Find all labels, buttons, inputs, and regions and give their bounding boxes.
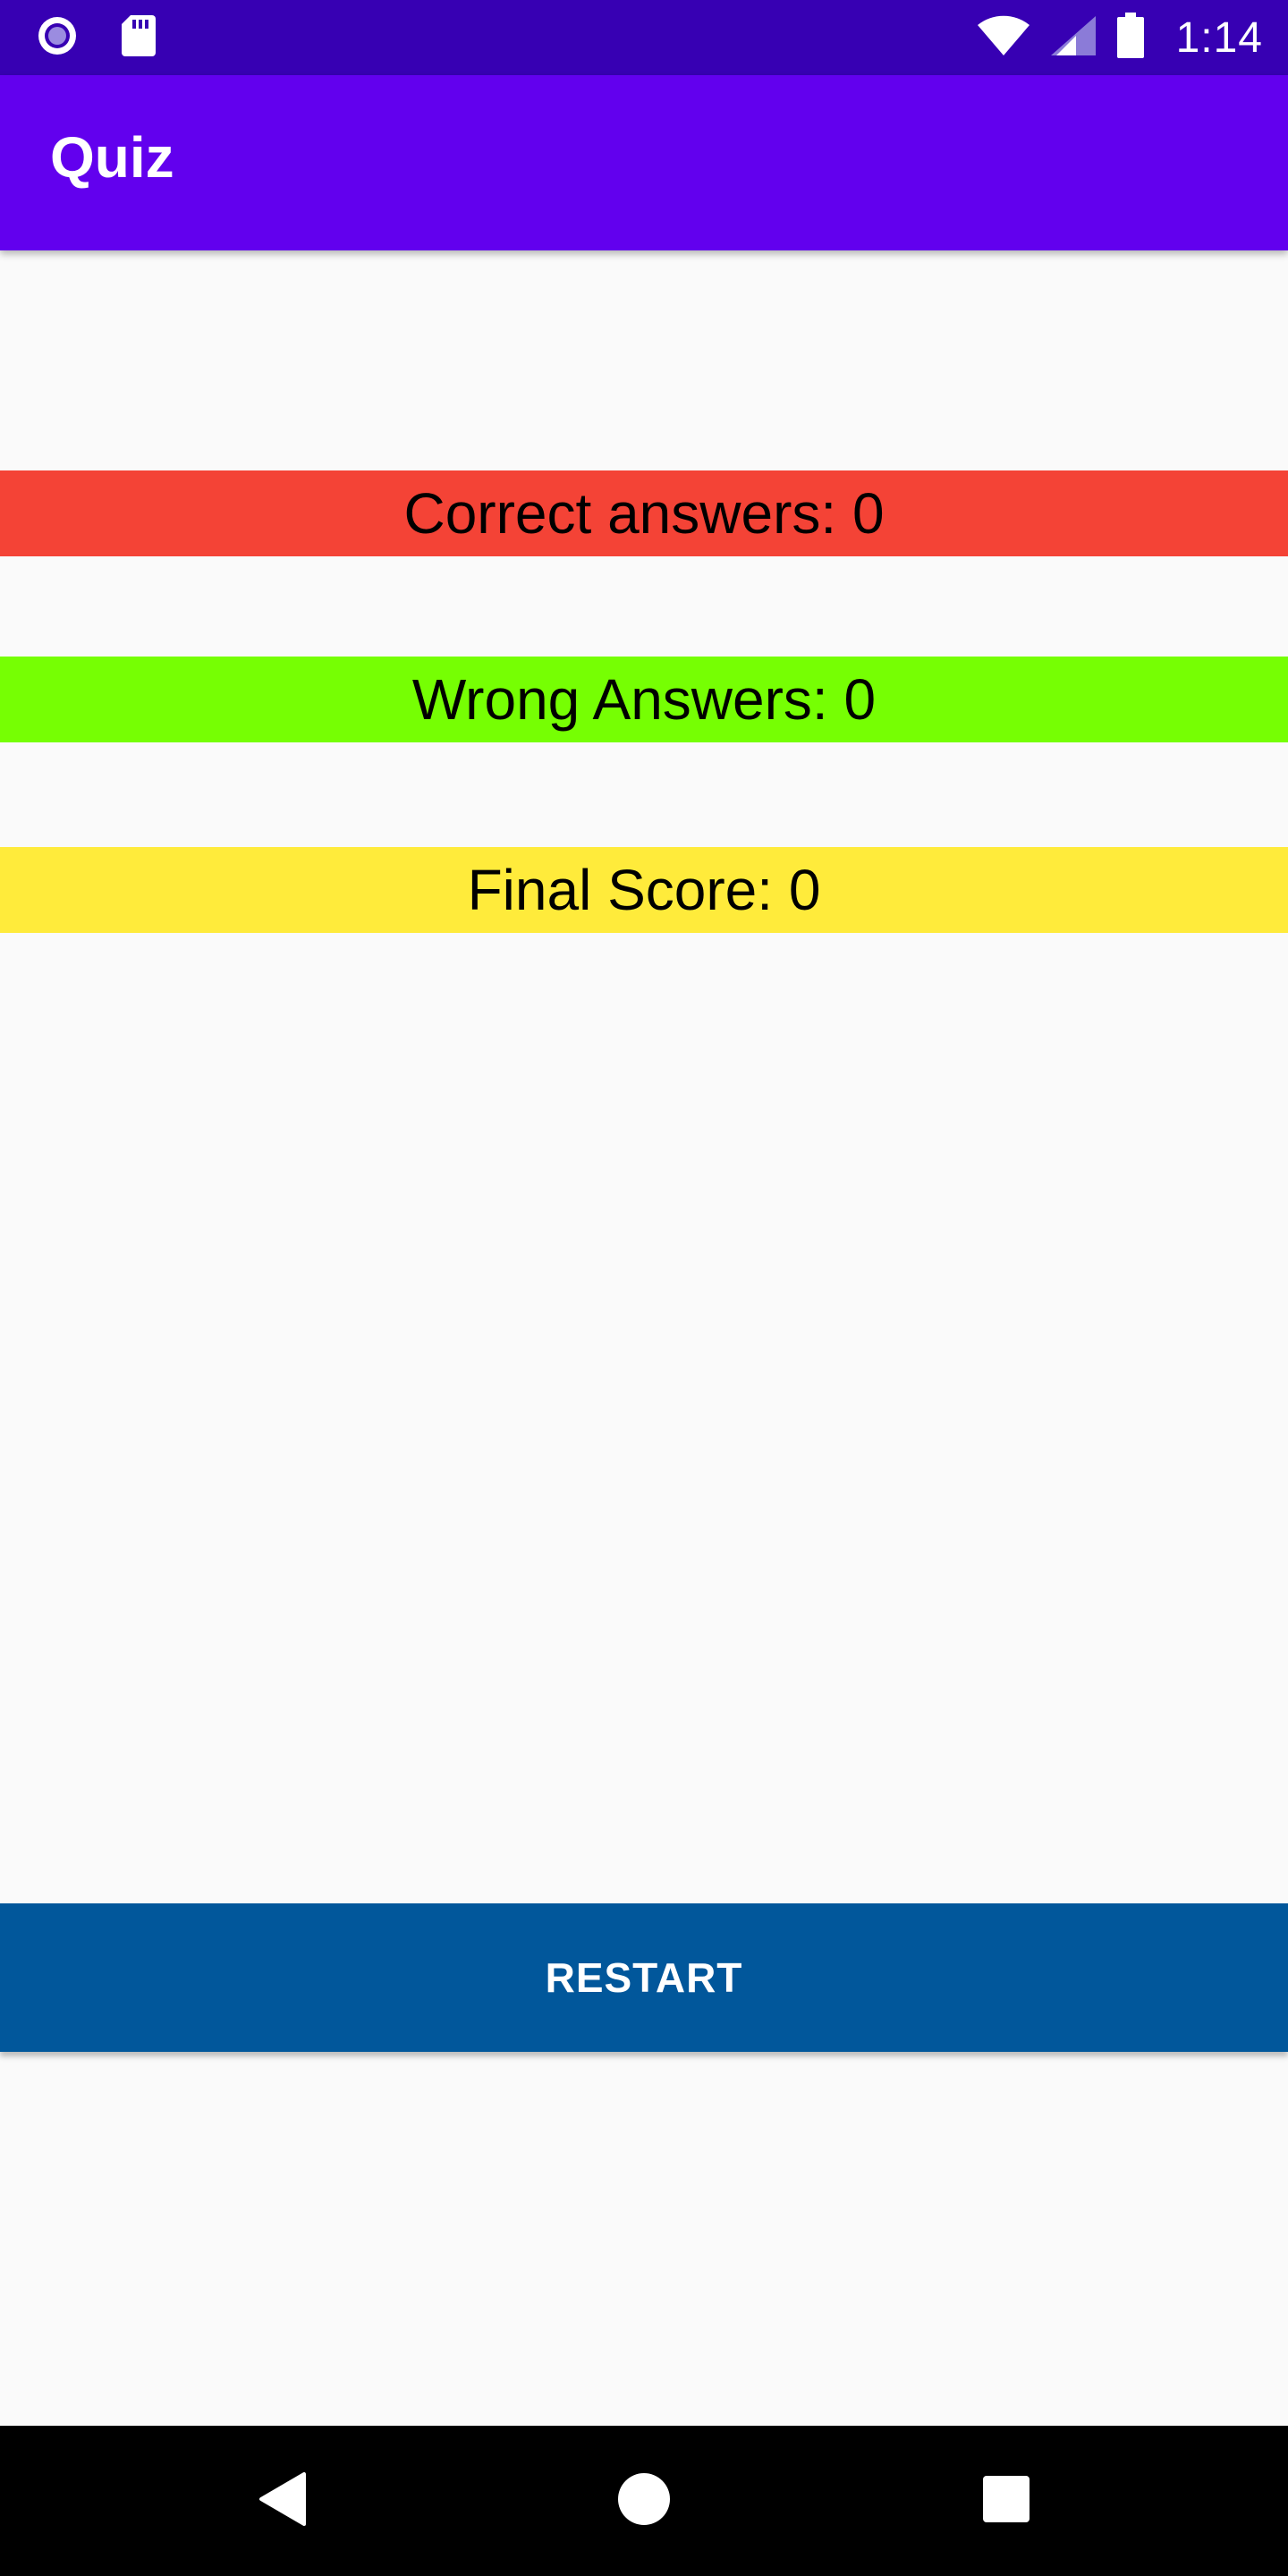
status-bar-left — [0, 13, 157, 64]
status-bar-right: 1:14 — [976, 12, 1288, 64]
back-button[interactable] — [202, 2426, 363, 2576]
status-time: 1:14 — [1175, 13, 1263, 62]
quiz-result-screen: 1:14 Quiz Correct answers: 0 Wrong Answe… — [0, 0, 1288, 2576]
correct-answers-label: Correct answers: 0 — [0, 470, 1288, 556]
back-icon — [258, 2470, 308, 2532]
recents-icon — [981, 2474, 1031, 2529]
signal-icon — [1049, 14, 1097, 62]
restart-button[interactable]: RESTART — [0, 1903, 1288, 2052]
final-score-label: Final Score: 0 — [0, 847, 1288, 933]
app-bar: Quiz — [0, 75, 1288, 250]
navigation-bar — [0, 2426, 1288, 2576]
home-icon — [617, 2472, 671, 2530]
recents-button[interactable] — [926, 2426, 1087, 2576]
sd-card-icon — [120, 13, 157, 63]
wifi-icon — [976, 14, 1031, 62]
notification-circle-icon — [34, 13, 80, 64]
wrong-answers-label: Wrong Answers: 0 — [0, 657, 1288, 742]
status-bar: 1:14 — [0, 0, 1288, 75]
battery-icon — [1115, 12, 1146, 64]
app-title: Quiz — [50, 125, 174, 190]
home-button[interactable] — [564, 2426, 724, 2576]
